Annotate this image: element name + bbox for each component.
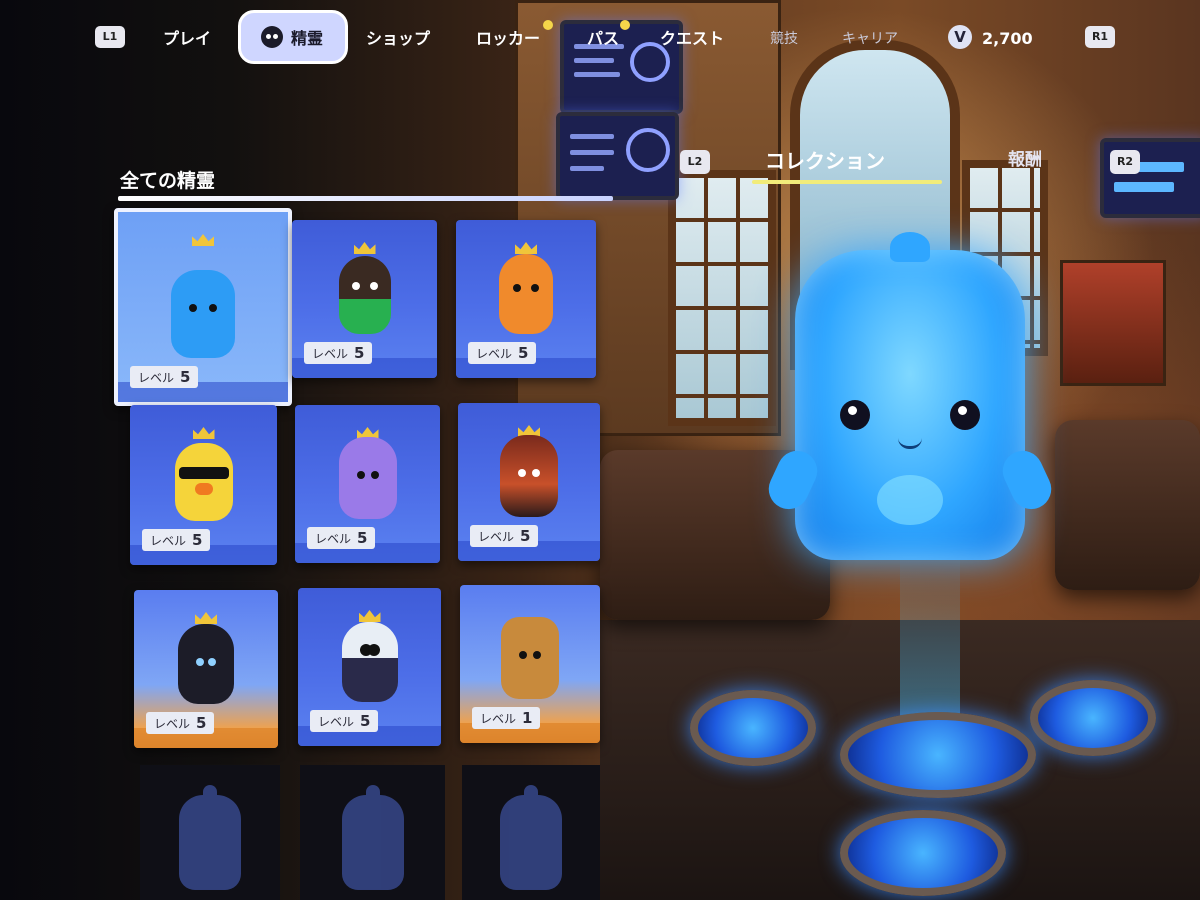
arcade-machine — [1060, 260, 1166, 386]
side-window — [668, 170, 776, 426]
vbucks-icon: V — [948, 25, 972, 49]
spirit-silhouette — [179, 785, 241, 890]
wall-screen-2 — [556, 112, 679, 200]
spirit-card-purple[interactable]: レベル 5 — [295, 405, 440, 563]
level-badge: レベル 5 — [470, 525, 539, 547]
pedestal-pad — [840, 810, 1006, 896]
tab-collection-underline — [752, 180, 942, 184]
spirit-card-dark-green[interactable]: レベル 5 — [292, 220, 437, 378]
spirit-figure — [171, 270, 235, 358]
panel-divider — [118, 196, 613, 201]
nav-tab-quests[interactable]: クエスト — [660, 24, 724, 54]
crown-icon — [192, 234, 214, 246]
tab-rewards[interactable]: 報酬 — [1008, 145, 1042, 170]
spirit-silhouette — [500, 785, 562, 890]
spirit-figure — [341, 622, 398, 702]
level-badge: レベル 1 — [472, 707, 541, 729]
level-badge: レベル 5 — [310, 710, 379, 732]
spirit-card-yellow-duck[interactable]: レベル 5 — [130, 405, 277, 565]
locked-spirit-card[interactable] — [300, 765, 445, 900]
vbucks-amount[interactable]: 2,700 — [982, 24, 1033, 54]
pedestal-pad — [1030, 680, 1156, 756]
l1-button-hint[interactable]: L1 — [95, 26, 125, 48]
locked-spirit-card[interactable] — [462, 765, 600, 900]
spirit-figure — [174, 443, 233, 521]
spirit-figure — [338, 256, 391, 334]
r1-button-hint[interactable]: R1 — [1085, 26, 1115, 48]
locker-notification-dot — [543, 20, 553, 30]
crown-icon — [515, 242, 537, 254]
spirit-card-red-demon[interactable]: レベル 5 — [458, 403, 600, 561]
spirit-figure — [499, 254, 553, 334]
level-badge: レベル 5 — [146, 712, 215, 734]
nav-tab-competitive[interactable]: 競技 — [770, 24, 798, 54]
level-badge: レベル 5 — [304, 342, 373, 364]
level-badge: レベル 5 — [142, 529, 211, 551]
panel-title: 全ての精霊 — [120, 170, 216, 192]
crown-icon — [353, 242, 376, 254]
spirit-card-cookie[interactable]: レベル 1 — [460, 585, 600, 743]
tab-collection[interactable]: コレクション — [765, 145, 885, 174]
nav-tab-spirits-label: 精霊 — [291, 29, 324, 48]
nav-tab-pass[interactable]: パス — [587, 24, 619, 54]
spirit-figure — [178, 624, 234, 704]
spirit-silhouette — [341, 785, 404, 890]
level-badge: レベル 5 — [468, 342, 537, 364]
nav-tab-locker[interactable]: ロッカー — [476, 24, 540, 54]
locked-spirit-card[interactable] — [140, 765, 280, 900]
spirit-figure — [500, 435, 558, 517]
l2-button-hint[interactable]: L2 — [680, 150, 710, 174]
spirit-figure — [338, 437, 397, 519]
top-navigation: L1 プレイ 精霊 ショップ ロッカー パス クエスト 競技 キャリア V 2,… — [0, 0, 1200, 80]
level-badge: レベル 5 — [307, 527, 376, 549]
spirit-card-orange[interactable]: レベル 5 — [456, 220, 596, 378]
spirit-figure — [501, 617, 559, 699]
crown-icon — [358, 610, 381, 622]
pedestal-center — [840, 712, 1036, 798]
nav-tab-play[interactable]: プレイ — [163, 24, 211, 54]
pedestal-pad — [690, 690, 816, 766]
selected-spirit-preview — [762, 232, 1058, 560]
spirit-icon — [261, 26, 283, 48]
nav-tab-career[interactable]: キャリア — [842, 24, 898, 54]
crown-icon — [192, 427, 215, 439]
couch-right — [1055, 420, 1200, 590]
crown-icon — [195, 612, 217, 624]
nav-tab-shop[interactable]: ショップ — [366, 24, 430, 54]
spirit-card-black-bat[interactable]: レベル 5 — [134, 590, 278, 748]
spirit-card-skull[interactable]: レベル 5 — [298, 588, 441, 746]
level-badge: レベル 5 — [130, 366, 199, 388]
pass-notification-dot — [620, 20, 630, 30]
nav-tab-spirits[interactable]: 精霊 — [238, 10, 348, 64]
spirit-card-blue[interactable]: レベル 5 — [114, 208, 292, 406]
r2-button-hint[interactable]: R2 — [1110, 150, 1140, 174]
